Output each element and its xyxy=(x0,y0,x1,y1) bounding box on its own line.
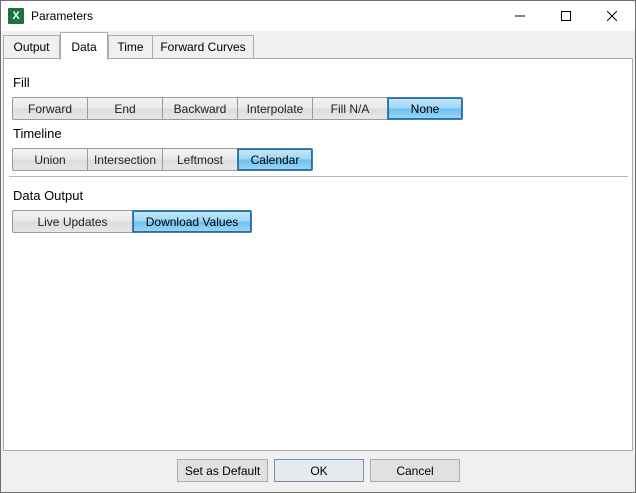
timeline-leftmost-button[interactable]: Leftmost xyxy=(162,148,238,171)
fill-na-button[interactable]: Fill N/A xyxy=(312,97,388,120)
minimize-icon xyxy=(515,15,525,17)
timeline-calendar-button[interactable]: Calendar xyxy=(237,148,313,171)
timeline-segmented-control: Union Intersection Leftmost Calendar xyxy=(12,148,313,171)
section-divider xyxy=(9,176,628,177)
data-tab-panel: Fill Forward End Backward Interpolate Fi… xyxy=(3,58,633,451)
fill-none-button[interactable]: None xyxy=(387,97,463,120)
data-output-label: Data Output xyxy=(13,188,84,203)
minimize-button[interactable] xyxy=(497,1,543,31)
maximize-button[interactable] xyxy=(543,1,589,31)
tab-forward-curves[interactable]: Forward Curves xyxy=(152,35,254,58)
data-output-segmented-control: Live Updates Download Values xyxy=(12,210,252,233)
live-updates-button[interactable]: Live Updates xyxy=(12,210,133,233)
timeline-union-button[interactable]: Union xyxy=(12,148,88,171)
close-button[interactable] xyxy=(589,1,635,31)
fill-label: Fill xyxy=(13,75,30,90)
window-title: Parameters xyxy=(31,9,94,23)
fill-interpolate-button[interactable]: Interpolate xyxy=(237,97,313,120)
timeline-intersection-button[interactable]: Intersection xyxy=(87,148,163,171)
fill-segmented-control: Forward End Backward Interpolate Fill N/… xyxy=(12,97,463,120)
ok-button[interactable]: OK xyxy=(274,459,364,482)
tab-strip: Output Data Time Forward Curves xyxy=(1,32,635,60)
fill-backward-button[interactable]: Backward xyxy=(162,97,238,120)
download-values-button[interactable]: Download Values xyxy=(132,210,252,233)
set-as-default-button[interactable]: Set as Default xyxy=(177,459,268,482)
tab-time[interactable]: Time xyxy=(108,35,153,58)
parameters-dialog: X Parameters Output Data Time Forward Cu… xyxy=(0,0,636,493)
title-bar: X Parameters xyxy=(1,1,635,31)
excel-app-icon: X xyxy=(8,8,24,24)
timeline-label: Timeline xyxy=(13,126,62,141)
tab-output[interactable]: Output xyxy=(3,35,60,58)
cancel-button[interactable]: Cancel xyxy=(370,459,460,482)
close-icon xyxy=(607,11,617,21)
tab-data[interactable]: Data xyxy=(60,32,108,60)
maximize-icon xyxy=(561,11,571,21)
fill-forward-button[interactable]: Forward xyxy=(12,97,88,120)
fill-end-button[interactable]: End xyxy=(87,97,163,120)
